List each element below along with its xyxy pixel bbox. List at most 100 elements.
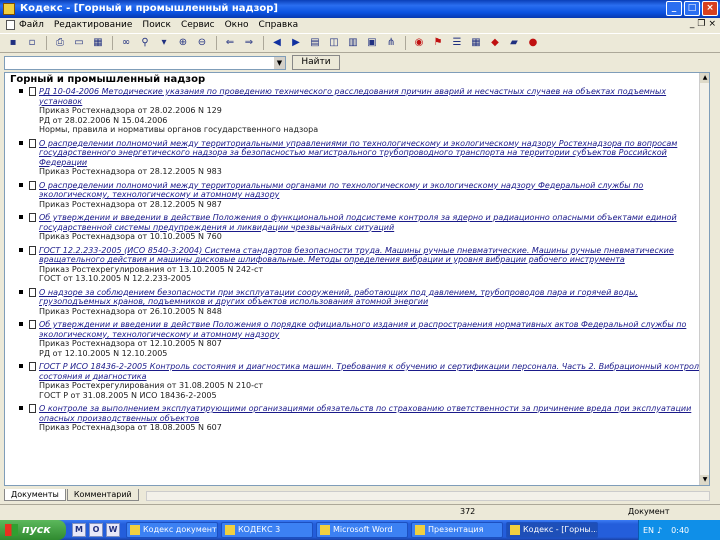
- menu-window[interactable]: Окно: [225, 18, 249, 32]
- app-icon: [510, 525, 520, 535]
- tab-documents[interactable]: Документы: [4, 489, 66, 501]
- taskbar-button[interactable]: Microsoft Word: [316, 522, 408, 538]
- menu-service[interactable]: Сервис: [181, 18, 215, 32]
- document-icon: [29, 87, 36, 96]
- menu-edit[interactable]: Редактирование: [54, 18, 133, 32]
- tree-icon[interactable]: ⋔: [384, 36, 398, 50]
- list-item: ГОСТ 12.2.233-2005 (ИСО 8540-3:2004) Сис…: [5, 245, 705, 284]
- document-icon: [29, 404, 36, 413]
- calendar-icon[interactable]: ▦: [469, 36, 483, 50]
- prev-doc-icon[interactable]: ◀: [270, 36, 284, 50]
- taskbar-button-label: Microsoft Word: [333, 525, 393, 534]
- chevron-down-icon[interactable]: ▼: [274, 56, 285, 69]
- document-icon[interactable]: [6, 20, 15, 30]
- document-icon: [29, 320, 36, 329]
- title-bar[interactable]: Кодекс - [Горный и промышленный надзор] …: [0, 0, 720, 18]
- scroll-up-icon[interactable]: ▲: [700, 73, 709, 83]
- document-link[interactable]: О распределении полномочий между террито…: [39, 139, 705, 168]
- windows-logo-icon: [5, 524, 18, 536]
- binoculars-icon[interactable]: ∞: [119, 36, 133, 50]
- taskbar-button[interactable]: Кодекс документы: [126, 522, 218, 538]
- document-link[interactable]: Об утверждении и введении в действие Пол…: [39, 320, 705, 339]
- speaker-icon[interactable]: ♪: [657, 526, 662, 535]
- quick-launch-item[interactable]: O: [89, 523, 103, 537]
- document-meta: ГОСТ Р от 31.08.2005 N ИСО 18436-2-2005: [39, 390, 217, 400]
- flag-icon[interactable]: ◆: [488, 36, 502, 50]
- window-title: Кодекс - [Горный и промышленный надзор]: [20, 3, 279, 14]
- menu-help[interactable]: Справка: [259, 18, 299, 32]
- note-icon[interactable]: ▣: [365, 36, 379, 50]
- preview-icon[interactable]: ▭: [72, 36, 86, 50]
- taskbar-button-label: Презентация: [428, 525, 484, 534]
- toolbar-separator: [216, 36, 217, 50]
- status-bar: 372 Документ: [0, 504, 720, 518]
- zoom-in-icon[interactable]: ⊕: [176, 36, 190, 50]
- list-item: Об утверждении и введении в действие Пол…: [5, 320, 705, 358]
- status-mode: Документ: [628, 507, 670, 516]
- link-icon[interactable]: ◉: [412, 36, 426, 50]
- list-icon[interactable]: ☰: [450, 36, 464, 50]
- forward-arrow-icon[interactable]: ⇒: [242, 36, 256, 50]
- bookmark-icon[interactable]: ▥: [346, 36, 360, 50]
- document-link[interactable]: Об утверждении и введении в действие Пол…: [39, 213, 705, 232]
- bullet-icon: [19, 406, 23, 410]
- filter-icon[interactable]: ▾: [157, 36, 171, 50]
- print-icon[interactable]: ⎙: [53, 36, 67, 50]
- quick-launch-item[interactable]: M: [72, 523, 86, 537]
- document-link[interactable]: О надзоре за соблюдением безопасности пр…: [39, 288, 705, 307]
- folder-icon[interactable]: ▰: [507, 36, 521, 50]
- document-meta: Приказ Ростехнадзора от 28.12.2005 N 987: [39, 199, 222, 209]
- horizontal-scrollbar[interactable]: [145, 491, 710, 501]
- bullet-icon: [19, 182, 23, 187]
- list-item: РД 10-04-2006 Методические указания по п…: [5, 87, 705, 135]
- document-link[interactable]: РД 10-04-2006 Методические указания по п…: [39, 87, 705, 106]
- search-input[interactable]: ▼: [4, 55, 286, 70]
- taskbar-button-label: Кодекс - [Горны...: [523, 525, 598, 534]
- zoom-out-icon[interactable]: ⊖: [195, 36, 209, 50]
- taskbar-button-active[interactable]: Кодекс - [Горны...: [506, 522, 598, 538]
- minimize-button[interactable]: _: [666, 1, 682, 16]
- vertical-scrollbar[interactable]: ▲ ▼: [699, 73, 709, 485]
- language-indicator[interactable]: EN: [643, 526, 654, 535]
- bullet-icon: [19, 289, 23, 294]
- window-icon[interactable]: ◫: [327, 36, 341, 50]
- list-item: О распределении полномочий между террито…: [5, 180, 705, 210]
- next-doc-icon[interactable]: ▶: [289, 36, 303, 50]
- document-meta: Приказ Ростехнадзора от 28.12.2005 N 983: [39, 167, 222, 176]
- scroll-down-icon[interactable]: ▼: [700, 475, 709, 485]
- maximize-button[interactable]: □: [684, 1, 700, 16]
- menu-file[interactable]: Файл: [19, 18, 44, 32]
- taskbar-button[interactable]: Презентация: [411, 522, 503, 538]
- tab-comment[interactable]: Комментарий: [66, 489, 139, 501]
- find-button[interactable]: Найти: [292, 55, 340, 70]
- clock[interactable]: 0:40: [671, 526, 689, 535]
- quick-launch-item[interactable]: W: [106, 523, 120, 537]
- calculator-icon[interactable]: ▦: [91, 36, 105, 50]
- app-icon: [3, 3, 15, 15]
- find-icon[interactable]: ⚲: [138, 36, 152, 50]
- document-link[interactable]: ГОСТ Р ИСО 18436-2-2005 Контроль состоян…: [39, 362, 705, 381]
- mdi-close-button[interactable]: ×: [708, 19, 716, 29]
- save-all-icon[interactable]: ▫: [25, 36, 39, 50]
- taskbar-button[interactable]: КОДЕКС 3: [221, 522, 313, 538]
- page-title: Горный и промышленный надзор: [10, 74, 206, 85]
- document-link[interactable]: О контроле за выполнением эксплуатирующи…: [39, 404, 705, 423]
- save-icon[interactable]: ▪: [6, 36, 20, 50]
- mark-icon[interactable]: ⚑: [431, 36, 445, 50]
- back-arrow-icon[interactable]: ⇐: [223, 36, 237, 50]
- document-link[interactable]: О распределении полномочий между террито…: [39, 181, 705, 200]
- start-button[interactable]: пуск: [0, 520, 66, 540]
- tile-icon[interactable]: ▤: [308, 36, 322, 50]
- document-meta: Приказ Ростехнадзора от 10.10.2005 N 760: [39, 232, 222, 241]
- mdi-minimize-button[interactable]: _: [690, 19, 695, 29]
- mdi-restore-button[interactable]: ❐: [697, 19, 705, 29]
- start-label: пуск: [22, 523, 51, 536]
- presentation-icon: [415, 525, 425, 535]
- document-meta: Приказ Ростехнадзора от 18.08.2005 N 607: [39, 423, 222, 432]
- bullet-icon: [19, 89, 23, 93]
- close-button[interactable]: ×: [702, 1, 718, 16]
- document-link[interactable]: ГОСТ 12.2.233-2005 (ИСО 8540-3:2004) Сис…: [39, 246, 705, 265]
- info-icon[interactable]: ●: [526, 36, 540, 50]
- list-item: О контроле за выполнением эксплуатирующи…: [5, 404, 705, 433]
- menu-search[interactable]: Поиск: [142, 18, 171, 32]
